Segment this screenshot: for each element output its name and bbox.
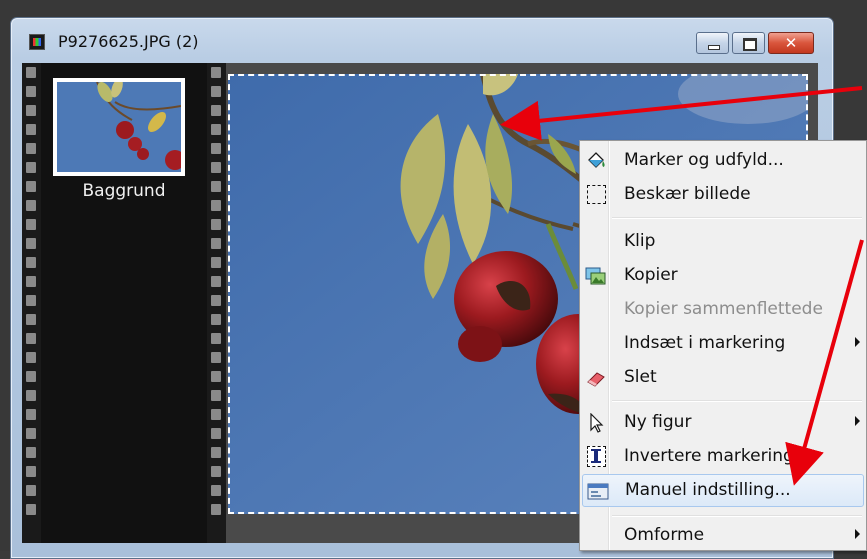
invert-selection-icon: [587, 446, 606, 467]
window-title: P9276625.JPG (2): [58, 32, 199, 51]
maximize-icon: [743, 38, 757, 51]
menu-item-ny-figur[interactable]: Ny figur: [580, 406, 866, 439]
menu-item-invertere-markering[interactable]: Invertere markering: [580, 440, 866, 473]
eraser-icon: [587, 372, 605, 387]
caption-buttons: ✕: [696, 32, 814, 54]
minimize-icon: [708, 45, 720, 50]
pointer-icon: [590, 413, 604, 433]
film-perforation-right: [211, 67, 221, 515]
menu-item-label: Invertere markering: [624, 446, 794, 466]
menu-item-label: Beskær billede: [624, 184, 751, 204]
menu-item-label: Marker og udfyld...: [624, 150, 784, 170]
layers-filmstrip: Baggrund: [22, 63, 226, 543]
crop-icon: [587, 185, 606, 204]
menu-item-label: Manuel indstilling...: [625, 480, 791, 500]
layer-name: Baggrund: [82, 181, 166, 201]
menu-item-beskaer-billede[interactable]: Beskær billede: [580, 178, 866, 211]
title-bar[interactable]: P9276625.JPG (2) ✕: [11, 18, 833, 62]
rosehip-photo-thumbnail: [57, 82, 181, 172]
minimize-button[interactable]: [696, 32, 729, 54]
close-button[interactable]: ✕: [768, 32, 814, 54]
menu-item-label: Indsæt i markering: [624, 333, 786, 353]
menu-separator: [612, 217, 862, 219]
menu-item-manuel-indstilling[interactable]: Manuel indstilling...: [582, 474, 864, 507]
menu-item-label: Slet: [624, 367, 657, 387]
menu-item-label: Omforme: [624, 525, 705, 545]
menu-item-marker-og-udfyld[interactable]: Marker og udfyld...: [580, 144, 866, 177]
submenu-arrow-icon: [855, 416, 860, 426]
dialog-icon: [587, 483, 609, 500]
menu-item-label: Kopier: [624, 265, 678, 285]
menu-item-label: Kopier sammenflettede: [624, 299, 823, 319]
menu-item-label: Klip: [624, 231, 656, 251]
submenu-arrow-icon: [855, 337, 860, 347]
film-perforation-left: [26, 67, 36, 515]
maximize-button[interactable]: [732, 32, 765, 54]
copy-image-icon: [585, 267, 606, 285]
menu-item-label: Ny figur: [624, 412, 692, 432]
menu-separator: [612, 515, 862, 517]
menu-item-klip[interactable]: Klip: [580, 225, 866, 258]
menu-item-indsaet-i-markering[interactable]: Indsæt i markering: [580, 327, 866, 360]
layer-list: Baggrund: [41, 63, 207, 543]
layer-thumbnail[interactable]: [53, 78, 185, 176]
paint-bucket-icon: [588, 152, 605, 168]
context-menu: Marker og udfyld... Beskær billede Klip …: [579, 140, 867, 551]
menu-separator: [612, 400, 862, 402]
menu-item-omforme[interactable]: Omforme: [580, 519, 866, 552]
close-icon: ✕: [784, 34, 798, 52]
submenu-arrow-icon: [855, 529, 860, 539]
menu-item-slet[interactable]: Slet: [580, 361, 866, 394]
menu-item-kopier-sammenflettede[interactable]: Kopier sammenflettede: [580, 293, 866, 326]
menu-item-kopier[interactable]: Kopier: [580, 259, 866, 292]
image-file-icon: [29, 34, 45, 50]
